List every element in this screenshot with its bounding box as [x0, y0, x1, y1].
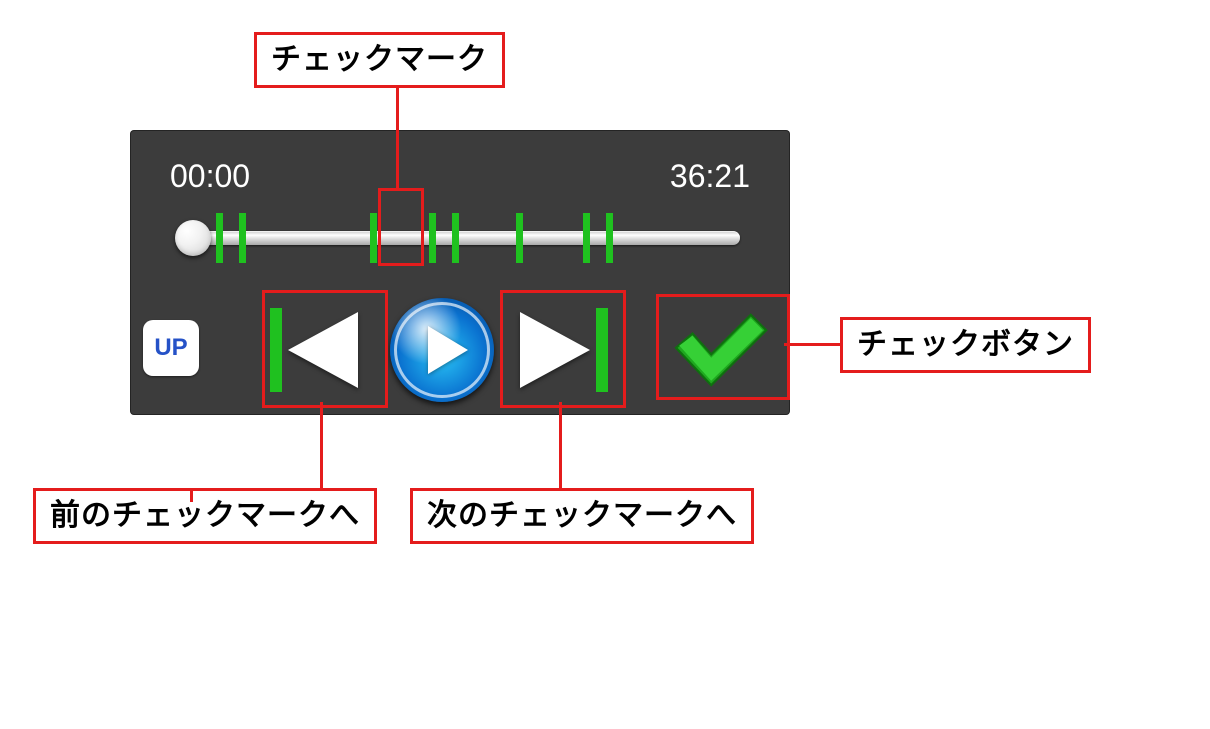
seek-bar: [180, 231, 740, 245]
up-button[interactable]: UP: [143, 320, 199, 376]
track-checkmark-icon: [606, 213, 613, 263]
highlight-next-button: [500, 290, 626, 408]
connector-line: [190, 488, 323, 491]
connector-line: [190, 488, 193, 502]
connector-line: [784, 343, 840, 346]
highlight-prev-button: [262, 290, 388, 408]
track-checkmark-icon: [583, 213, 590, 263]
callout-check-button-label: チェックボタン: [840, 317, 1091, 373]
track-checkmark-icon: [216, 213, 223, 263]
connector-line: [559, 402, 562, 488]
track-checkmark-icon: [452, 213, 459, 263]
callout-prev-mark-label: 前のチェックマークへ: [33, 488, 377, 544]
connector-line: [320, 402, 323, 488]
connector-line: [396, 88, 399, 188]
track-checkmark-icon: [239, 213, 246, 263]
total-time-label: 36:21: [670, 158, 750, 195]
track-checkmark-icon: [429, 213, 436, 263]
play-icon: [428, 326, 468, 374]
play-button[interactable]: [390, 298, 494, 402]
callout-next-mark-label: 次のチェックマークへ: [410, 488, 754, 544]
seek-thumb[interactable]: [175, 220, 211, 256]
highlight-checkmark-on-track: [378, 188, 424, 266]
track-checkmark-icon: [370, 213, 377, 263]
current-time-label: 00:00: [170, 158, 250, 195]
seek-track[interactable]: [180, 223, 740, 253]
callout-checkmark-label: チェックマーク: [254, 32, 505, 88]
track-checkmark-icon: [516, 213, 523, 263]
highlight-check-button: [656, 294, 790, 400]
